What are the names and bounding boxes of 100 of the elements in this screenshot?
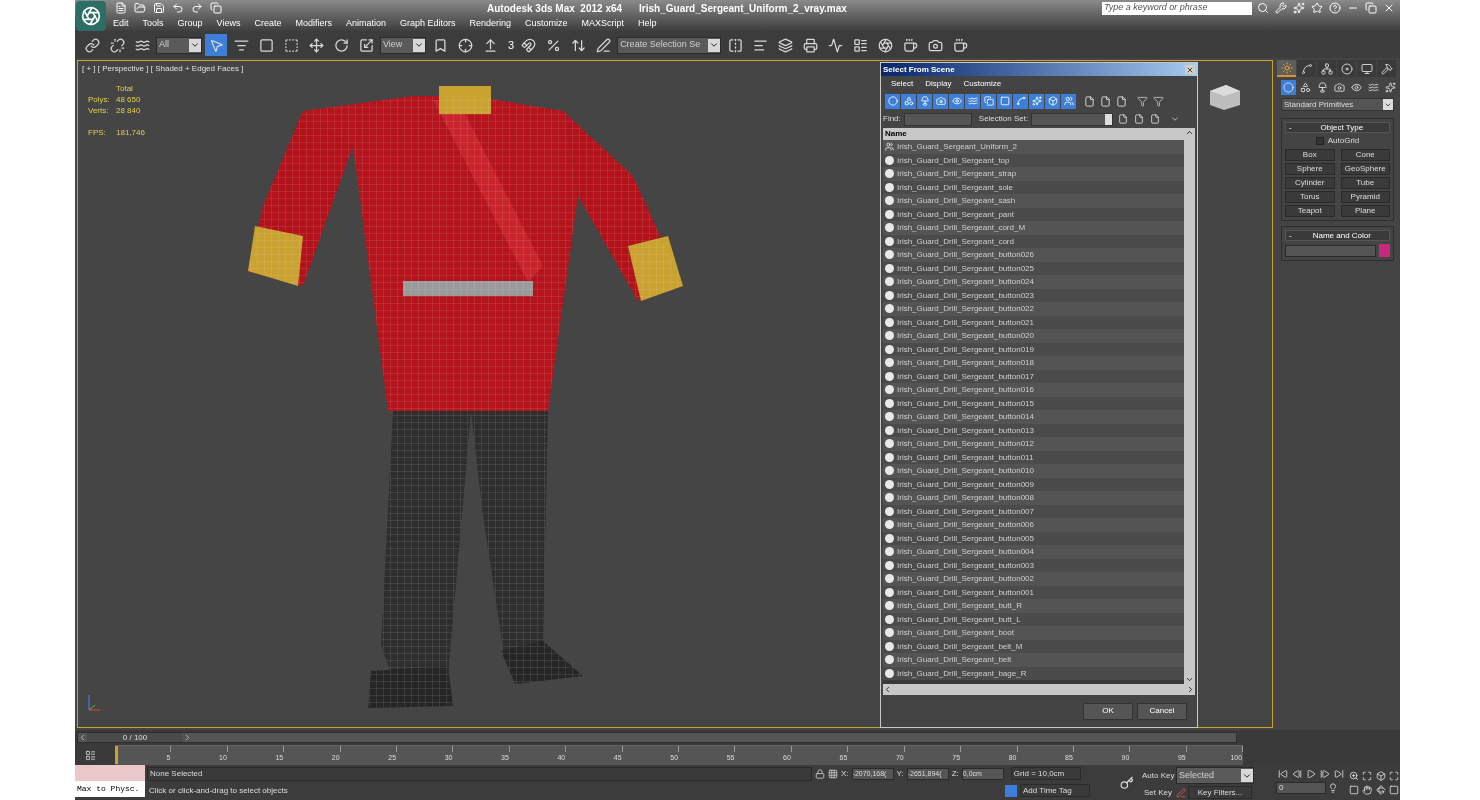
sun-icon[interactable] — [1277, 60, 1296, 77]
app-logo-icon[interactable] — [76, 1, 106, 31]
lamp-icon[interactable] — [1315, 80, 1330, 95]
set-key-button[interactable]: Set Key — [1142, 786, 1174, 799]
object-list-row[interactable]: Irish_Guard_Drill_Sergeant_belt — [883, 653, 1184, 667]
object-type-filter-icon[interactable] — [997, 93, 1012, 109]
primitive-button[interactable]: Tube — [1340, 177, 1390, 189]
menu-item[interactable]: Rendering — [469, 17, 512, 31]
help-icon[interactable] — [1328, 1, 1342, 15]
dialog-menu-item[interactable]: Customize — [963, 78, 1002, 90]
object-list-row[interactable]: Irish_Guard_Drill_Sergeant_button022 — [883, 302, 1184, 316]
object-list-row[interactable]: Irish_Guard_Drill_Sergeant_button010 — [883, 464, 1184, 478]
find-field[interactable] — [903, 112, 972, 126]
page-icon[interactable] — [1098, 93, 1113, 109]
page-icon[interactable] — [1148, 112, 1162, 126]
current-frame-marker[interactable] — [115, 746, 118, 764]
page-icon[interactable] — [1082, 93, 1097, 109]
horizontal-scrollbar[interactable] — [883, 684, 1195, 695]
object-list-row[interactable]: Irish_Guard_Drill_Sergeant_button012 — [883, 437, 1184, 451]
reference-system-dropdown[interactable]: View — [380, 36, 426, 54]
object-type-filter-icon[interactable] — [901, 93, 916, 109]
next-frame-icon[interactable] — [183, 733, 192, 742]
vertical-scrollbar[interactable] — [1184, 128, 1195, 684]
dialog-menu-item[interactable]: Select — [891, 78, 914, 90]
caret-icon[interactable] — [708, 38, 721, 52]
object-list-row[interactable]: Irish_Guard_Drill_Sergeant_button004 — [883, 545, 1184, 559]
primitive-button[interactable]: Sphere — [1285, 163, 1335, 175]
object-list-row[interactable]: Irish_Guard_Drill_Sergeant_button018 — [883, 356, 1184, 370]
previous-frame-icon[interactable] — [78, 733, 87, 742]
save-icon[interactable] — [151, 1, 167, 15]
menu-item[interactable]: Modifiers — [295, 17, 332, 31]
menu-item[interactable]: Create — [254, 17, 282, 31]
caret-icon[interactable] — [189, 38, 201, 52]
collapse-toggle[interactable]: - — [1286, 229, 1295, 242]
zoom-all-icon[interactable] — [1361, 769, 1374, 782]
autogrid-checkbox[interactable] — [1315, 137, 1324, 145]
object-list-row[interactable]: Irish_Guard_Drill_Sergeant_button014 — [883, 410, 1184, 424]
hammer-icon[interactable] — [1377, 60, 1396, 77]
object-list-row[interactable]: Irish_Guard_Drill_Sergeant_button002 — [883, 572, 1184, 586]
name-column-header[interactable]: Name — [883, 128, 1184, 140]
menu-item[interactable]: Group — [177, 17, 203, 31]
listener-text[interactable]: Max to Physc. — [75, 781, 145, 797]
object-list-row[interactable]: Irish_Guard_Drill_Sergeant_button016 — [883, 383, 1184, 397]
object-list-row[interactable]: Irish_Guard_Drill_Sergeant_button020 — [883, 329, 1184, 343]
object-type-filter-icon[interactable] — [917, 93, 932, 109]
close-icon[interactable] — [1185, 65, 1195, 74]
primitive-button[interactable]: Cylinder — [1285, 177, 1335, 189]
time-slider[interactable]: 0 / 100 — [77, 732, 1237, 743]
hierarchy-icon[interactable] — [1317, 60, 1336, 77]
star-icon[interactable] — [1310, 1, 1324, 15]
menu-item[interactable]: Help — [638, 17, 657, 31]
category-dropdown[interactable]: Standard Primitives — [1281, 98, 1394, 111]
caret-icon[interactable] — [1383, 99, 1393, 110]
key-mode-dropdown[interactable]: Selected — [1176, 767, 1254, 784]
viewport-label[interactable]: [ + ] [ Perspective ] [ Shaded + Edged Faces ] — [82, 63, 244, 75]
key-filters-button[interactable]: Key Filters... — [1188, 786, 1252, 799]
menu-item[interactable]: MAXScript — [581, 17, 625, 31]
object-list-row[interactable]: Irish_Guard_Drill_Sergeant_button008 — [883, 491, 1184, 505]
pointer-icon[interactable] — [205, 34, 227, 56]
shapes-icon[interactable] — [1298, 80, 1313, 95]
object-list-row[interactable]: Irish_Guard_Sergeant_Uniform_2 — [883, 140, 1184, 154]
add-time-tag[interactable]: Add Time Tag — [1020, 784, 1090, 797]
menu-item[interactable]: Graph Editors — [399, 17, 456, 31]
scroll-down-icon[interactable] — [1185, 675, 1194, 684]
object-list-row[interactable]: Irish_Guard_Drill_Sergeant_button024 — [883, 275, 1184, 289]
collapse-toggle[interactable]: - — [1286, 121, 1295, 134]
dropdown-caret-icon[interactable] — [1170, 114, 1181, 124]
redo-icon[interactable] — [189, 1, 205, 15]
wrench-icon[interactable] — [1274, 1, 1288, 15]
curve-icon[interactable] — [1297, 60, 1316, 77]
search-field[interactable]: Type a keyword or phrase — [1102, 1, 1252, 15]
dialog-button[interactable]: Cancel — [1137, 702, 1187, 720]
scroll-up-icon[interactable] — [1185, 128, 1194, 137]
scroll-right-icon[interactable] — [1186, 685, 1195, 694]
orbit-icon[interactable] — [1374, 783, 1387, 796]
monitor-icon[interactable] — [1357, 60, 1376, 77]
object-type-filter-icon[interactable] — [1013, 93, 1028, 109]
object-type-filter-icon[interactable] — [1029, 93, 1044, 109]
menu-item[interactable]: Animation — [345, 17, 386, 31]
sparkles-icon[interactable] — [1383, 80, 1398, 95]
menu-item[interactable]: Views — [216, 17, 241, 31]
copy-icon[interactable] — [208, 1, 224, 15]
selection-filter-dropdown[interactable]: All — [156, 36, 202, 54]
menu-item[interactable]: Customize — [525, 17, 568, 31]
skip-forward-icon[interactable] — [1332, 767, 1345, 780]
restore-icon[interactable] — [1364, 1, 1378, 15]
open-folder-icon[interactable] — [132, 1, 148, 15]
time-tag-icon[interactable] — [1005, 784, 1017, 797]
auto-key-button[interactable]: Auto Key — [1142, 769, 1174, 782]
selection-set-dropdown[interactable] — [1031, 112, 1114, 126]
object-list-row[interactable]: Irish_Guard_Drill_Sergeant_button006 — [883, 518, 1184, 532]
object-type-filter-icon[interactable] — [885, 93, 900, 109]
caret-icon[interactable] — [413, 38, 425, 52]
object-type-filter-icon[interactable] — [981, 93, 996, 109]
rollout-title[interactable]: Object Type — [1294, 121, 1389, 134]
menu-item[interactable]: Tools — [142, 17, 164, 31]
zoom-extents-icon[interactable] — [1374, 769, 1387, 782]
zoom-extents-all-icon[interactable] — [1387, 769, 1400, 782]
camera-icon[interactable] — [1332, 80, 1347, 95]
object-list-row[interactable]: Irish_Guard_Drill_Sergeant_button026 — [883, 248, 1184, 262]
